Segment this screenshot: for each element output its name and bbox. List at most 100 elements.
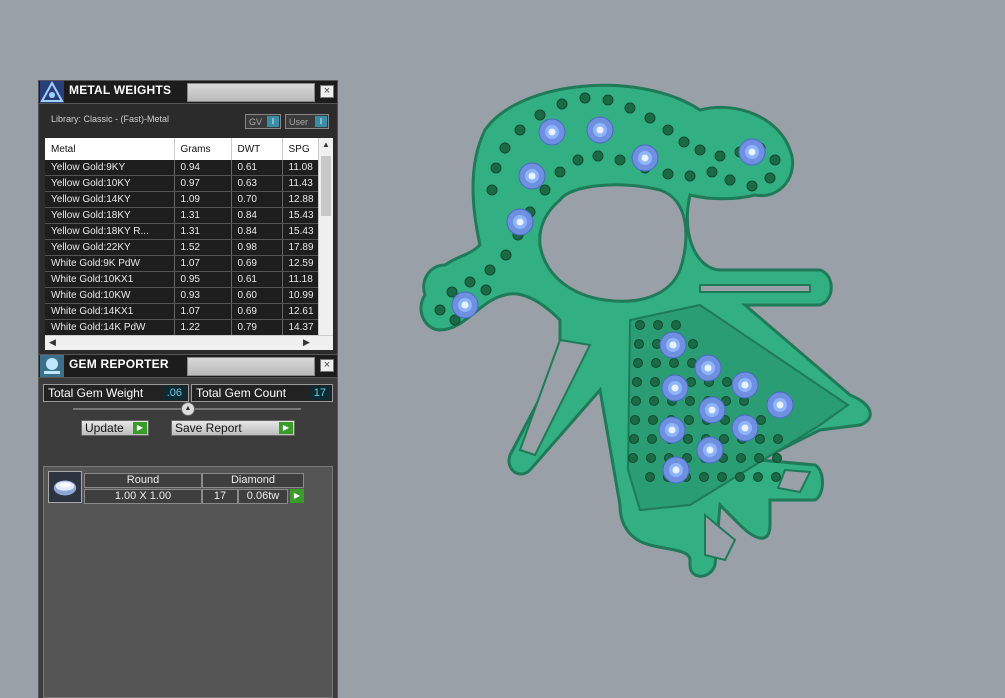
table-row[interactable]: Yellow Gold:22KY 1.52 0.98 17.89 [45, 239, 326, 256]
dwt-cell: 0.60 [231, 287, 283, 304]
gem-select-play-icon[interactable]: ▶ [290, 489, 304, 503]
bead [486, 184, 498, 196]
bead [650, 377, 660, 387]
user-toggle-button[interactable]: I [315, 116, 327, 127]
metal-weights-title: METAL WEIGHTS [69, 83, 172, 97]
gem-highlight [706, 446, 714, 454]
gem-highlight [671, 384, 679, 392]
gv-toggle-button[interactable]: I [267, 116, 279, 127]
metal-cell: White Gold:10KX1 [45, 271, 175, 288]
gem-size-cell: 1.00 X 1.00 [84, 489, 202, 504]
bead [464, 276, 476, 288]
save-report-button-label: Save Report [175, 421, 242, 435]
gem-highlight [741, 424, 749, 432]
bead [554, 166, 566, 178]
table-row[interactable]: White Gold:14KX1 1.07 0.69 12.61 [45, 303, 326, 320]
grams-cell: 1.31 [174, 207, 232, 224]
bead [628, 453, 638, 463]
round-gem-icon[interactable] [48, 471, 82, 503]
metal-cell: Yellow Gold:9KY [45, 160, 175, 176]
bead [644, 112, 656, 124]
gem-material-cell: Diamond [202, 473, 304, 488]
table-header-row: Metal Grams DWT SPG [45, 138, 326, 160]
table-row[interactable]: Yellow Gold:18KY 1.31 0.84 15.43 [45, 207, 326, 224]
bead [722, 377, 732, 387]
metal-table: Metal Grams DWT SPG Yellow Gold:9KY 0.94 0… [45, 138, 333, 350]
table-row[interactable]: White Gold:14K PdW 1.22 0.79 14.37 [45, 319, 326, 336]
metal-weights-titlebar[interactable]: METAL WEIGHTS × [38, 80, 338, 104]
scroll-thumb[interactable] [321, 156, 331, 216]
bead [756, 415, 766, 425]
metal-cell: Yellow Gold:22KY [45, 239, 175, 256]
metal-weights-panel: METAL WEIGHTS × Library: Classic - (Fast… [38, 80, 338, 356]
bead [624, 102, 636, 114]
library-label: Library: Classic - (Fast)-Metal [51, 114, 170, 124]
bead [688, 339, 698, 349]
bead [662, 124, 674, 136]
scroll-left-icon[interactable]: ◀ [49, 337, 56, 348]
dwt-cell: 0.79 [231, 319, 283, 336]
slider-knob[interactable]: ▲ [181, 402, 195, 416]
table-row[interactable]: Yellow Gold:14KY 1.09 0.70 12.88 [45, 191, 326, 208]
grams-cell: 0.93 [174, 287, 232, 304]
bead [480, 284, 492, 296]
gem-reporter-panel: GEM REPORTER × Total Gem Weight .06 Tota… [38, 354, 338, 698]
bead [717, 472, 727, 482]
bead [684, 170, 696, 182]
grams-cell: 1.22 [174, 319, 232, 336]
vertical-scrollbar[interactable]: ▲ [318, 138, 333, 336]
user-toggle[interactable]: User I [285, 114, 329, 129]
bead [746, 180, 758, 192]
grams-cell: 1.52 [174, 239, 232, 256]
total-gem-count-value: 17 [309, 386, 330, 400]
bead [539, 184, 551, 196]
bead [633, 358, 643, 368]
horizontal-scrollbar[interactable]: ◀ ▶ [45, 335, 333, 350]
gem-reporter-body: Total Gem Weight .06 Total Gem Count 17 … [38, 378, 338, 698]
scroll-right-icon[interactable]: ▶ [303, 337, 310, 348]
update-button[interactable]: Update ▶ [81, 420, 149, 436]
scroll-up-icon[interactable]: ▲ [319, 140, 333, 149]
metal-cell: White Gold:14K PdW [45, 319, 175, 336]
bead [646, 453, 656, 463]
column-header-grams[interactable]: Grams [174, 138, 232, 160]
gem-highlight [516, 218, 524, 226]
bead [651, 358, 661, 368]
table-row[interactable]: Yellow Gold:10KY 0.97 0.63 11.43 [45, 175, 326, 192]
save-report-button[interactable]: Save Report ▶ [171, 420, 295, 436]
bead [769, 154, 781, 166]
bead [671, 320, 681, 330]
gem-list: Round Diamond 1.00 X 1.00 17 0.06tw ▶ [43, 466, 333, 698]
bead [645, 472, 655, 482]
gem-highlight [641, 154, 649, 162]
total-gem-weight-value: .06 [162, 386, 186, 400]
close-icon[interactable]: × [320, 359, 334, 372]
bead [602, 94, 614, 106]
metal-weights-body: Library: Classic - (Fast)-Metal GV I Use… [38, 104, 338, 356]
column-header-dwt[interactable]: DWT [231, 138, 283, 160]
grams-cell: 0.97 [174, 175, 232, 192]
table-row[interactable]: Yellow Gold:18KY R... 1.31 0.84 15.43 [45, 223, 326, 240]
bead [771, 472, 781, 482]
table-row[interactable]: White Gold:9K PdW 1.07 0.69 12.59 [45, 255, 326, 272]
column-header-metal[interactable]: Metal [45, 138, 175, 160]
table-row[interactable]: White Gold:10KW 0.93 0.60 10.99 [45, 287, 326, 304]
bead [724, 174, 736, 186]
bead [683, 434, 693, 444]
gem-reporter-titlebar[interactable]: GEM REPORTER × [38, 354, 338, 378]
bead [647, 434, 657, 444]
total-gem-weight-field: Total Gem Weight .06 [43, 384, 189, 402]
gem-reporter-title: GEM REPORTER [69, 357, 169, 371]
grams-cell: 1.07 [174, 303, 232, 320]
grams-cell: 1.09 [174, 191, 232, 208]
gv-toggle[interactable]: GV I [245, 114, 281, 129]
table-row[interactable]: White Gold:10KX1 0.95 0.61 11.18 [45, 271, 326, 288]
bead [754, 453, 764, 463]
close-icon[interactable]: × [320, 85, 334, 98]
gem-highlight [596, 126, 604, 134]
bead [592, 150, 604, 162]
bead [534, 109, 546, 121]
table-row[interactable]: Yellow Gold:9KY 0.94 0.61 11.08 [45, 160, 326, 176]
metal-cell: White Gold:10KW [45, 287, 175, 304]
pendant-model [419, 83, 872, 578]
